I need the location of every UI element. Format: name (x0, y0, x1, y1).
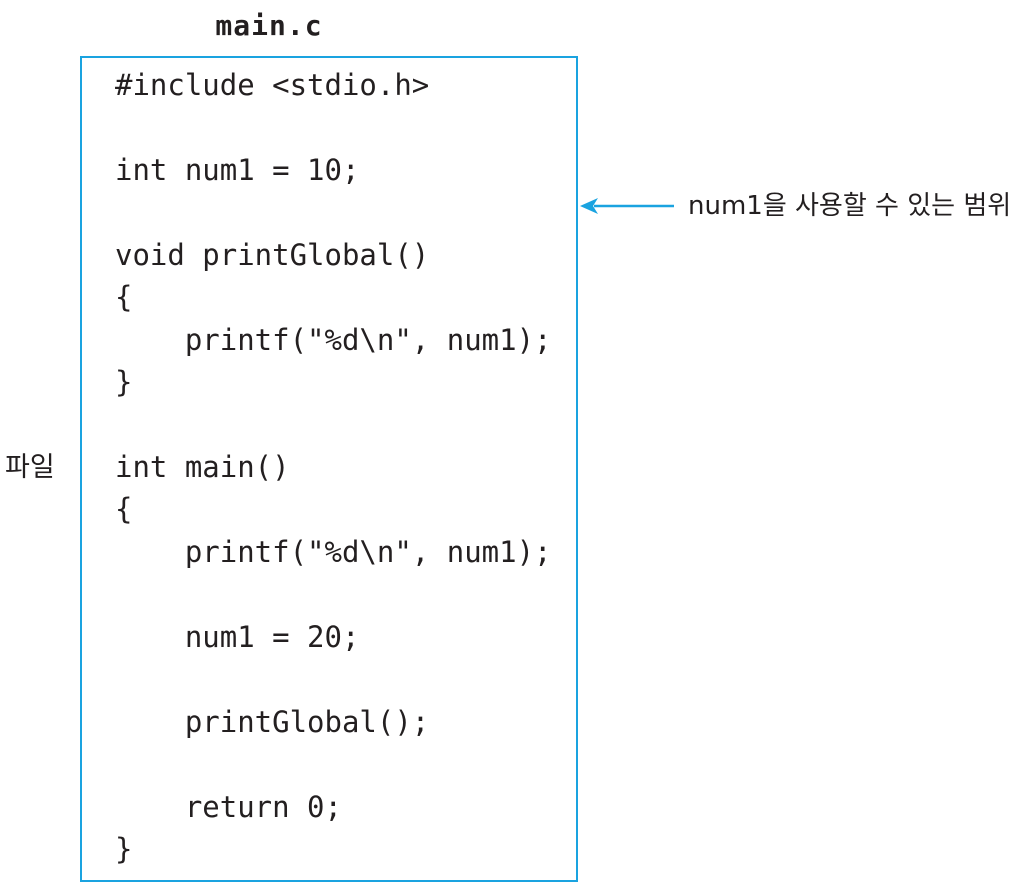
code-line-open-brace: { (115, 492, 133, 526)
code-line-open-brace: { (115, 280, 133, 314)
code-line-close-brace: } (115, 365, 133, 399)
code-line-call: printGlobal(); (115, 705, 430, 739)
code-line-func-decl: void printGlobal() (115, 238, 430, 272)
file-label: 파일 (5, 452, 55, 483)
code-line-return: return 0; (115, 790, 342, 824)
code-line-close-brace: } (115, 832, 133, 866)
code-line-main-decl: int main() (115, 450, 290, 484)
scope-label: num1을 사용할 수 있는 범위 (688, 191, 1012, 221)
code-line-printf: printf("%d\n", num1); (115, 535, 552, 569)
code-line-assign: num1 = 20; (115, 620, 360, 654)
code-line-include: #include <stdio.h> (115, 68, 430, 102)
file-name-title: main.c (215, 9, 323, 42)
code-line-global-var: int num1 = 10; (115, 153, 360, 187)
scope-arrow-icon (580, 198, 674, 214)
code-line-printf: printf("%d\n", num1); (115, 323, 552, 357)
